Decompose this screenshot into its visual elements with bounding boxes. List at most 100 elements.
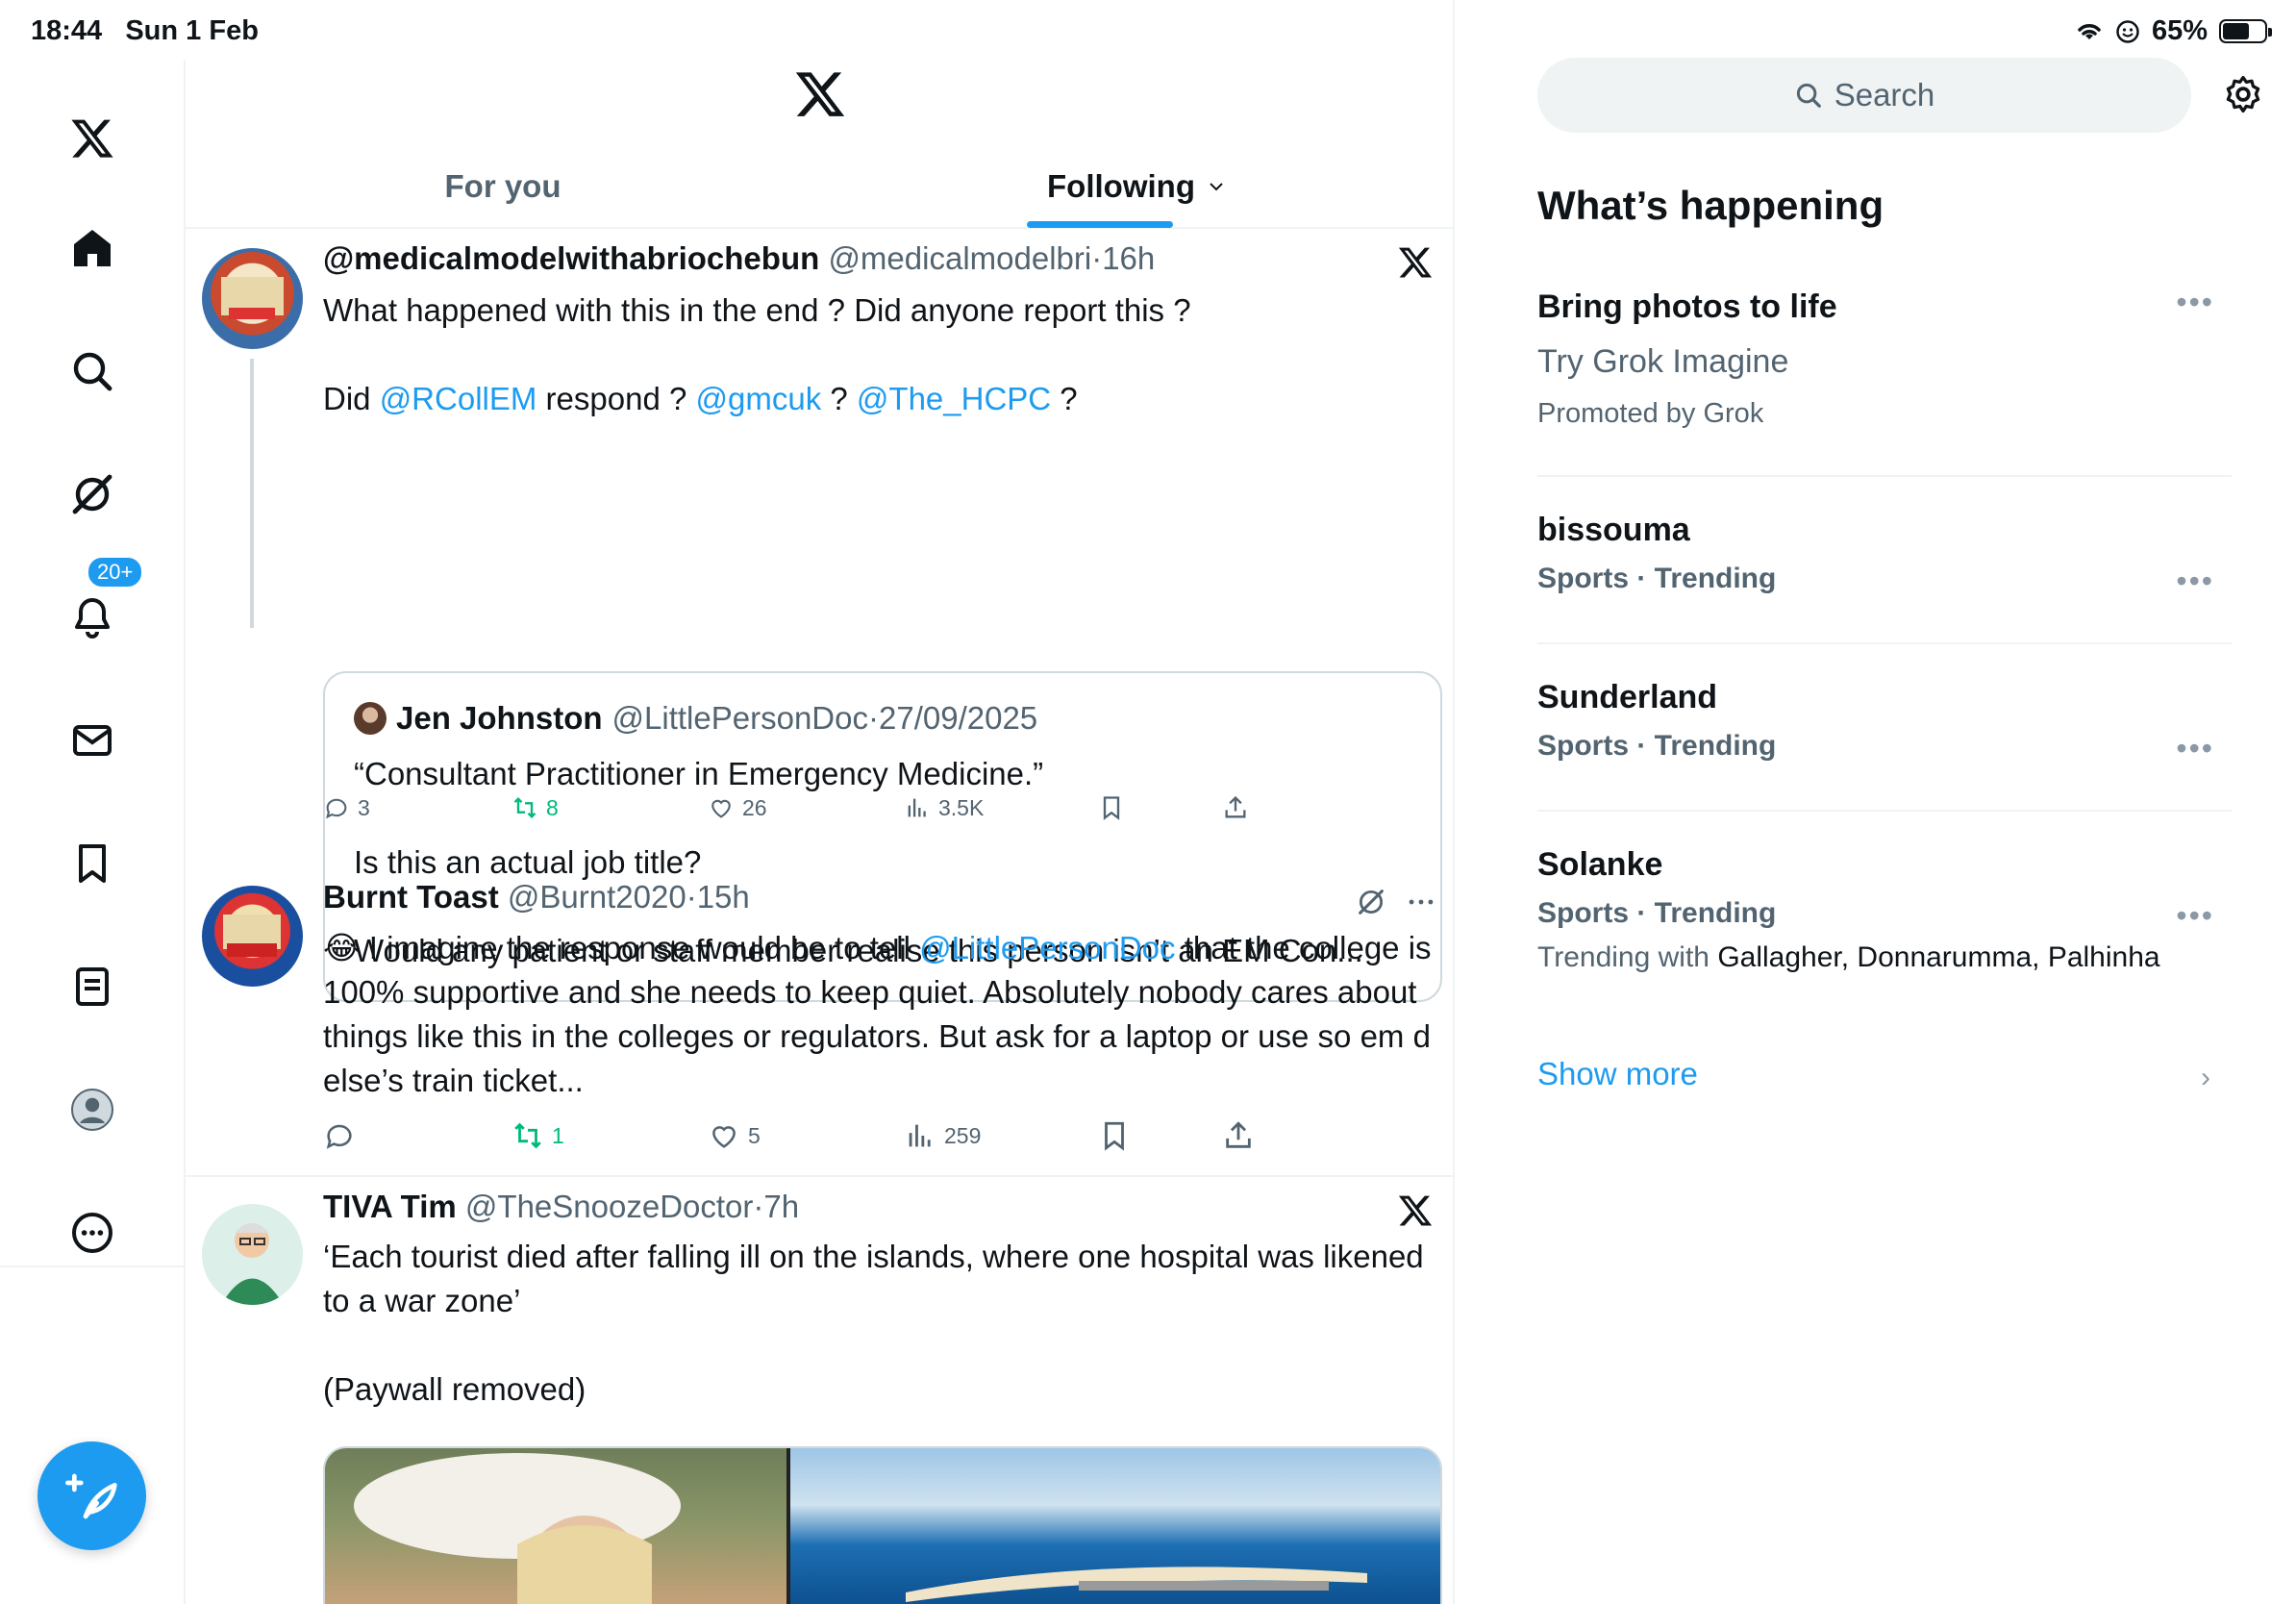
home-icon[interactable] bbox=[63, 219, 121, 277]
tweet-time[interactable]: 7h bbox=[763, 1189, 799, 1224]
repost-button[interactable]: 8 bbox=[512, 794, 559, 821]
author-name[interactable]: Burnt Toast bbox=[323, 879, 499, 915]
bookmark-icon bbox=[1103, 796, 1120, 820]
more-options-icon[interactable]: ••• bbox=[2176, 731, 2214, 766]
compose-post-button[interactable] bbox=[37, 1441, 146, 1550]
tweet-header: @medicalmodelwithabriochebun @medicalmod… bbox=[323, 240, 1156, 276]
reply-button[interactable] bbox=[323, 1119, 363, 1152]
quote-avatar bbox=[354, 702, 387, 735]
author-name[interactable]: TIVA Tim bbox=[323, 1189, 457, 1224]
more-options-icon[interactable]: ••• bbox=[2176, 564, 2214, 599]
more-options-icon[interactable]: ••• bbox=[2176, 285, 2214, 320]
tweet-actions: 1 5 259 bbox=[323, 1119, 1285, 1158]
more-options-icon[interactable] bbox=[1405, 886, 1437, 918]
trend-name: Sunderland bbox=[1537, 679, 1718, 715]
notifications-badge: 20+ bbox=[87, 556, 144, 589]
tweet-text-line: What happened with this in the end ? Did… bbox=[323, 292, 1191, 328]
search-icon[interactable] bbox=[63, 342, 121, 400]
views-button[interactable]: 259 bbox=[904, 1119, 981, 1152]
tweet-text: 😂 I imagine the response would be to tel… bbox=[323, 930, 1432, 1098]
trend-item[interactable]: bissouma Sports · Trending ••• bbox=[1537, 512, 2232, 598]
media-image-right[interactable] bbox=[786, 1448, 1440, 1604]
tab-following[interactable]: Following bbox=[820, 144, 1455, 229]
reply-icon bbox=[326, 1124, 352, 1149]
views-button[interactable]: 3.5K bbox=[904, 794, 984, 821]
tweet-media[interactable] bbox=[323, 1446, 1442, 1604]
trend-promoted-label: Promoted by Grok bbox=[1537, 398, 1764, 429]
tweet-1[interactable]: @medicalmodelwithabriochebun @medicalmod… bbox=[186, 229, 1455, 1176]
tweet-text-line: Did @RCollEM respond ? @gmcuk ? @The_HCP… bbox=[323, 381, 1078, 416]
tweet-header: TIVA Tim @TheSnoozeDoctor·7h bbox=[323, 1189, 800, 1224]
bookmark-button[interactable] bbox=[1098, 794, 1125, 821]
nav-divider bbox=[0, 1266, 186, 1267]
quote-author-handle: @LittlePersonDoc bbox=[611, 700, 868, 736]
chevron-down-icon[interactable] bbox=[1205, 175, 1228, 198]
share-button[interactable] bbox=[1222, 794, 1249, 821]
tweet-actions: 3 8 26 3.5K bbox=[323, 794, 1285, 833]
trend-name: Bring photos to life bbox=[1537, 288, 1837, 325]
trend-name: Solanke bbox=[1537, 846, 1663, 883]
avatar[interactable] bbox=[202, 248, 303, 349]
thread-line bbox=[250, 359, 254, 628]
trend-item[interactable]: Sunderland Sports · Trending ••• bbox=[1537, 679, 2232, 766]
trend-category: Sports · Trending bbox=[1537, 897, 1777, 929]
avatar[interactable] bbox=[202, 886, 303, 987]
repost-button[interactable]: 1 bbox=[512, 1119, 564, 1152]
profile-avatar-icon[interactable] bbox=[63, 1081, 121, 1139]
lists-icon[interactable] bbox=[63, 958, 121, 1015]
trend-item-promoted[interactable]: Bring photos to life Try Grok Imagine Pr… bbox=[1537, 285, 2232, 430]
share-button[interactable] bbox=[1222, 1119, 1255, 1152]
chevron-right-icon[interactable]: › bbox=[2201, 1062, 2210, 1094]
gear-icon[interactable] bbox=[2222, 73, 2264, 115]
views-icon bbox=[909, 1124, 931, 1147]
avatar[interactable] bbox=[202, 1204, 303, 1305]
mention-link[interactable]: @gmcuk bbox=[696, 381, 822, 416]
x-logo-icon bbox=[1398, 247, 1433, 278]
x-logo-icon bbox=[795, 72, 845, 116]
tweet-text-line: (Paywall removed) bbox=[323, 1371, 586, 1407]
author-name[interactable]: @medicalmodelwithabriochebun bbox=[323, 240, 819, 276]
tweet-time[interactable]: 15h bbox=[697, 879, 750, 915]
like-button[interactable]: 5 bbox=[708, 1119, 761, 1152]
quote-author-name: Jen Johnston bbox=[396, 700, 603, 736]
bookmark-button[interactable] bbox=[1098, 1119, 1131, 1152]
notifications-icon[interactable] bbox=[63, 589, 121, 646]
like-button[interactable]: 26 bbox=[708, 794, 767, 821]
quote-header: Jen Johnston @LittlePersonDoc·27/09/2025 bbox=[354, 700, 1037, 737]
trend-separator bbox=[1537, 642, 2232, 644]
mention-link[interactable]: @RCollEM bbox=[380, 381, 537, 416]
messages-icon[interactable] bbox=[63, 712, 121, 769]
tweet-header: Burnt Toast @Burnt2020·15h bbox=[323, 879, 750, 915]
grok-icon[interactable] bbox=[63, 465, 121, 523]
mention-link[interactable]: @The_HCPC bbox=[857, 381, 1051, 416]
timeline-column: For you Following @medicalmodelwithabrio… bbox=[186, 0, 1455, 1604]
author-handle[interactable]: @Burnt2020 bbox=[508, 879, 686, 915]
trend-item[interactable]: Solanke Sports · Trending Trending with … bbox=[1537, 846, 2232, 974]
more-options-icon[interactable]: ••• bbox=[2176, 898, 2214, 934]
left-nav: 20+ bbox=[0, 60, 186, 1604]
emoji: 😂 bbox=[323, 930, 361, 965]
tab-for-you[interactable]: For you bbox=[186, 144, 820, 229]
active-tab-indicator bbox=[1027, 221, 1173, 228]
views-icon bbox=[908, 798, 926, 817]
author-handle[interactable]: @TheSnoozeDoctor bbox=[465, 1189, 753, 1224]
timeline-tabs: For you Following bbox=[186, 144, 1455, 229]
search-input[interactable]: Search bbox=[1537, 58, 2191, 133]
media-image-left[interactable] bbox=[325, 1448, 786, 1604]
trend-name: bissouma bbox=[1537, 512, 1690, 548]
mention-link[interactable]: @LittlePersonDoc bbox=[919, 930, 1175, 965]
compose-feather-icon bbox=[64, 1473, 117, 1518]
author-handle[interactable]: @medicalmodelbri bbox=[828, 240, 1091, 276]
bookmarks-icon[interactable] bbox=[63, 835, 121, 892]
bookmark-icon bbox=[1105, 1121, 1124, 1151]
tweet-time[interactable]: 16h bbox=[1102, 240, 1155, 276]
share-icon bbox=[1225, 795, 1246, 818]
x-logo-icon[interactable] bbox=[63, 110, 121, 167]
reply-icon bbox=[326, 798, 347, 819]
reply-button[interactable]: 3 bbox=[323, 794, 370, 821]
share-icon bbox=[1226, 1121, 1251, 1148]
more-icon[interactable] bbox=[63, 1204, 121, 1262]
show-more-link[interactable]: Show more bbox=[1537, 1056, 1698, 1092]
grok-icon[interactable] bbox=[1355, 886, 1387, 918]
repost-icon bbox=[513, 797, 537, 818]
